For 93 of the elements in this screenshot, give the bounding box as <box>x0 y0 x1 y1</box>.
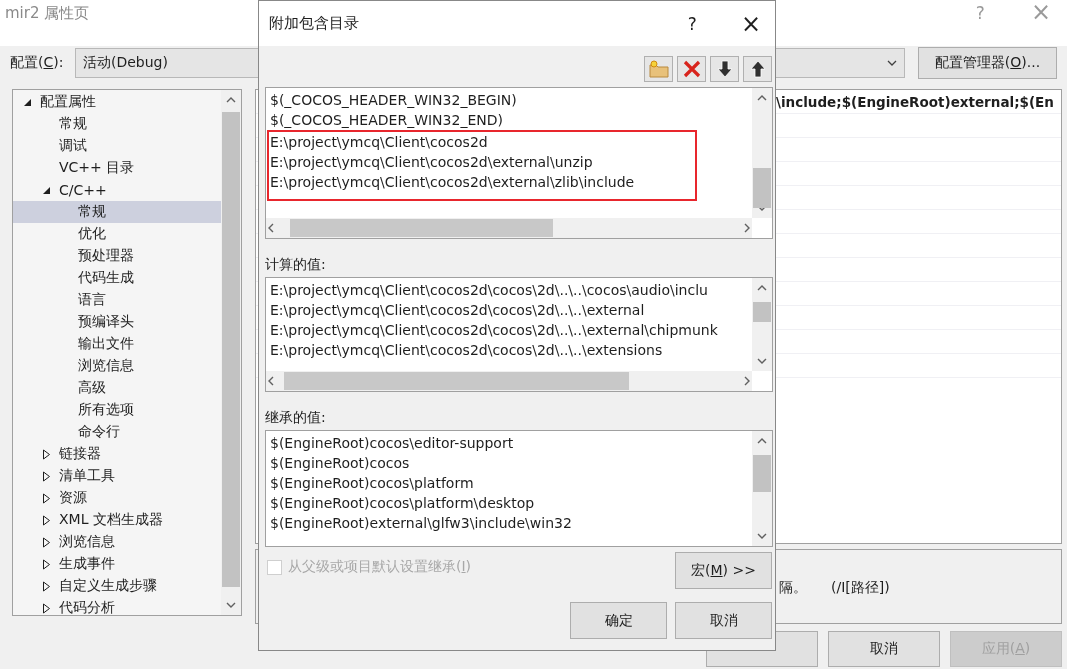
list-entry[interactable]: $(_COCOS_HEADER_WIN32_BEGIN) <box>270 90 517 110</box>
expanded-triangle-icon <box>42 185 51 195</box>
tree-item[interactable]: 常规 <box>13 201 221 223</box>
checkbox-label: 从父级或项目默认设置继承(I) <box>288 558 472 576</box>
list-entry: E:\project\ymcq\Client\cocos2d\cocos\2d\..\..\external\chipmunk <box>270 321 718 340</box>
chevron-left-icon <box>266 376 276 386</box>
list-entry: $(EngineRoot)cocos\platform\desktop <box>270 494 535 513</box>
tree-item[interactable]: 生成事件 <box>13 553 221 575</box>
property-value: \include;$(EngineRoot)external;$(En <box>776 93 1054 110</box>
tree-item[interactable]: XML 文档生成器 <box>13 509 221 531</box>
switch-text: (/I[路径]) <box>831 578 890 597</box>
chevron-down-icon <box>225 600 237 610</box>
list-entry[interactable]: E:\project\ymcq\Client\cocos2d\external\unzip <box>270 152 593 172</box>
tree-item[interactable]: 清单工具 <box>13 465 221 487</box>
tree-item[interactable]: 预编译头 <box>13 311 221 333</box>
tree-item[interactable]: 语言 <box>13 289 221 311</box>
chevron-down-icon <box>886 58 898 68</box>
expanded-triangle-icon <box>23 97 32 107</box>
collapsed-triangle-icon <box>42 602 51 614</box>
tree-item[interactable]: 预处理器 <box>13 245 221 267</box>
chevron-right-icon <box>742 376 752 386</box>
window-title: mir2 属性页 <box>5 3 90 23</box>
collapsed-triangle-icon <box>42 470 51 482</box>
collapsed-triangle-icon <box>42 448 51 460</box>
chevron-left-icon <box>266 223 276 233</box>
scrollbar-thumb[interactable] <box>284 372 629 390</box>
section-label: 继承的值: <box>265 409 327 427</box>
tree-item[interactable]: 自定义生成步骤 <box>13 575 221 597</box>
tree-item[interactable]: C/C++ <box>13 179 221 201</box>
tree-item[interactable]: 优化 <box>13 223 221 245</box>
tree-item[interactable]: 配置属性 <box>13 91 221 113</box>
chevron-up-icon <box>225 95 237 105</box>
tree-item[interactable]: VC++ 目录 <box>13 157 221 179</box>
tree-item[interactable]: 浏览信息 <box>13 531 221 553</box>
horizontal-scrollbar[interactable] <box>266 218 752 238</box>
collapsed-triangle-icon <box>42 558 51 570</box>
chevron-up-icon <box>756 283 768 293</box>
tree-item[interactable]: 所有选项 <box>13 399 221 421</box>
tree-item[interactable]: 链接器 <box>13 443 221 465</box>
vertical-scrollbar[interactable] <box>221 90 241 615</box>
move-up-button[interactable] <box>743 56 772 82</box>
new-folder-button[interactable] <box>644 56 673 82</box>
dialog-button[interactable]: 取消 <box>675 602 772 639</box>
dialog-button[interactable]: 确定 <box>570 602 667 639</box>
list-entry[interactable]: E:\project\ymcq\Client\cocos2d <box>270 132 488 152</box>
tree-item[interactable]: 命令行 <box>13 421 221 443</box>
dialog-button[interactable]: 取消 <box>828 631 940 667</box>
vertical-scrollbar[interactable] <box>752 278 772 371</box>
list-entry: $(EngineRoot)cocos <box>270 454 410 473</box>
chevron-down-icon <box>756 356 768 366</box>
collapsed-triangle-icon <box>42 492 51 504</box>
scrollbar-thumb[interactable] <box>753 455 771 492</box>
chevron-up-icon <box>756 93 768 103</box>
tree-item[interactable]: 高级 <box>13 377 221 399</box>
tree-item[interactable]: 代码生成 <box>13 267 221 289</box>
chevron-right-icon <box>742 223 752 233</box>
tree-item[interactable]: 调试 <box>13 135 221 157</box>
collapsed-triangle-icon <box>42 514 51 526</box>
list-entry: E:\project\ymcq\Client\cocos2d\cocos\2d\..\..\cocos\audio\inclu <box>270 281 708 300</box>
config-manager-button[interactable]: 配置管理器(O)... <box>918 47 1057 79</box>
tree-item[interactable]: 常规 <box>13 113 221 135</box>
dialog-title: 附加包含目录 <box>269 14 359 33</box>
horizontal-scrollbar[interactable] <box>266 371 752 391</box>
vertical-scrollbar[interactable] <box>752 431 772 546</box>
move-down-button[interactable] <box>710 56 739 82</box>
tree-item[interactable]: 浏览信息 <box>13 355 221 377</box>
scrollbar-thumb[interactable] <box>222 112 240 587</box>
tree-item[interactable]: 输出文件 <box>13 333 221 355</box>
delete-button[interactable] <box>677 56 706 82</box>
scrollbar-thumb[interactable] <box>290 219 553 237</box>
list-entry: E:\project\ymcq\Client\cocos2d\cocos\2d\..\..\extensions <box>270 341 663 360</box>
new-folder-icon <box>647 59 670 79</box>
vertical-scrollbar[interactable] <box>752 88 772 218</box>
list-entry: E:\project\ymcq\Client\cocos2d\cocos\2d\..\..\external <box>270 301 645 320</box>
list-entry: $(EngineRoot)cocos\platform <box>270 474 474 493</box>
collapsed-triangle-icon <box>42 536 51 548</box>
list-entry: $(EngineRoot)external\glfw3\include\win32 <box>270 514 572 533</box>
chevron-down-icon <box>756 531 768 541</box>
chevron-up-icon <box>756 436 768 446</box>
description-text: 隔。 <box>779 578 807 597</box>
list-entry[interactable]: $(_COCOS_HEADER_WIN32_END) <box>270 110 503 130</box>
tree-item[interactable]: 代码分析 <box>13 597 221 615</box>
help-button[interactable]: ? <box>687 13 697 34</box>
config-label: 配置(C): <box>10 54 65 72</box>
close-button[interactable]: × <box>740 9 761 38</box>
scrollbar-thumb[interactable] <box>753 168 771 208</box>
scrollbar-thumb[interactable] <box>753 302 771 322</box>
section-label: 计算的值: <box>265 256 327 274</box>
list-entry: $(EngineRoot)cocos\editor-support <box>270 434 514 453</box>
collapsed-triangle-icon <box>42 580 51 592</box>
tree-item[interactable]: 资源 <box>13 487 221 509</box>
list-entry[interactable]: E:\project\ymcq\Client\cocos2d\external\zlib\include <box>270 172 635 192</box>
macros-button[interactable]: 宏(M) >> <box>675 552 772 589</box>
